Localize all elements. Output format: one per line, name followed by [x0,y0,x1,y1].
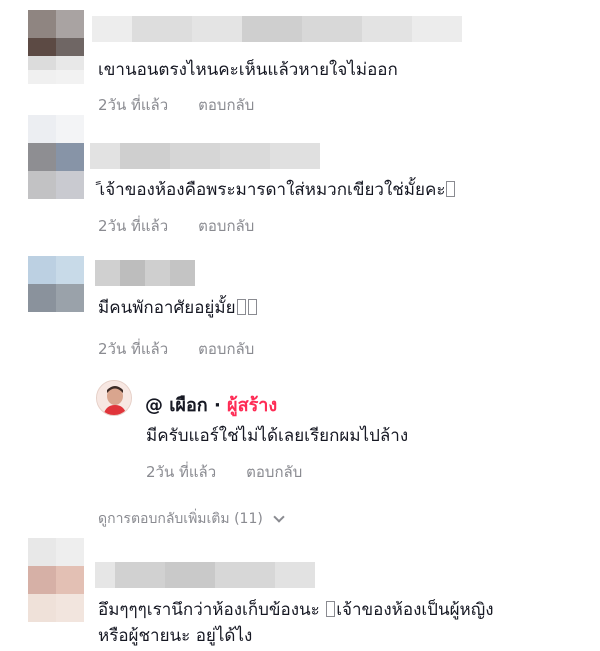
username[interactable] [90,143,320,169]
missing-emoji-glyph [326,601,336,617]
creator-avatar[interactable] [96,380,132,416]
timestamp: 2วัน ที่แล้ว [146,463,217,481]
comment-meta: 2วัน ที่แล้ว ตอบกลับ [98,337,254,361]
avatar[interactable] [28,115,84,199]
reply-button[interactable]: ตอบกลับ [198,93,254,117]
comment-text: อึมๆๆๆเรานึกว่าห้องเก็บข้องนะ เจ้าของห้อ… [98,598,494,622]
missing-emoji-glyph [446,181,456,197]
creator-avatar-image [97,381,131,415]
reply-button[interactable]: ตอบกลับ [198,214,254,238]
reply-button[interactable]: ตอบกลับ [198,337,254,361]
comment-text-line-1b: เจ้าของห้องเป็นผู้หญิง [336,600,494,620]
creator-handle: @ เผือก · [145,395,228,416]
comment-meta: 2วัน ที่แล้ว ตอบกลับ [98,93,254,117]
avatar[interactable] [28,538,84,622]
reply-button[interactable]: ตอบกลับ [246,460,302,484]
comment-text-content: ً เจ้าของห้องคือพระมารดาใส่หมวกเขียวใช่ม… [94,180,446,200]
username[interactable] [95,260,195,286]
creator-name[interactable]: @ เผือก · ผู้สร้าง [145,390,277,419]
creator-reply-text: มีครับแอร์ใช่ไม่ได้เลยเรียกผมไปล้าง [146,426,409,446]
timestamp: 2วัน ที่แล้ว [98,96,169,114]
username[interactable] [92,16,462,42]
timestamp: 2วัน ที่แล้ว [98,340,169,358]
missing-emoji-glyph [236,299,246,315]
view-more-replies-button[interactable]: ดูการตอบกลับเพิ่มเติม (11) [98,508,285,530]
comment-meta: 2วัน ที่แล้ว ตอบกลับ [98,214,254,238]
comment-text-content: มีคนพักอาศัยอยู่มั้ย [98,298,236,318]
comment-text-line-1: อึมๆๆๆเรานึกว่าห้องเก็บข้องนะ [98,600,326,620]
avatar[interactable] [28,256,84,312]
chevron-down-icon [273,511,285,523]
comment-text-line-2: หรือผู้ชายนะ อยู่ได้ไง [98,626,253,646]
comment-text: ً เจ้าของห้องคือพระมารดาใส่หมวกเขียวใช่ม… [94,178,456,202]
timestamp: 2วัน ที่แล้ว [98,217,169,235]
missing-emoji-glyph [247,299,257,315]
comment-text: เขานอนตรงไหนคะเห็นแล้วหายใจไม่ออก [98,60,398,80]
username[interactable] [95,562,315,588]
comment-text: มีคนพักอาศัยอยู่มั้ย [98,296,258,320]
creator-badge: ผู้สร้าง [227,395,278,416]
comment-meta: 2วัน ที่แล้ว ตอบกลับ [146,460,302,484]
avatar-blur-lower [28,56,84,84]
view-more-replies-label: ดูการตอบกลับเพิ่มเติม (11) [98,511,263,527]
